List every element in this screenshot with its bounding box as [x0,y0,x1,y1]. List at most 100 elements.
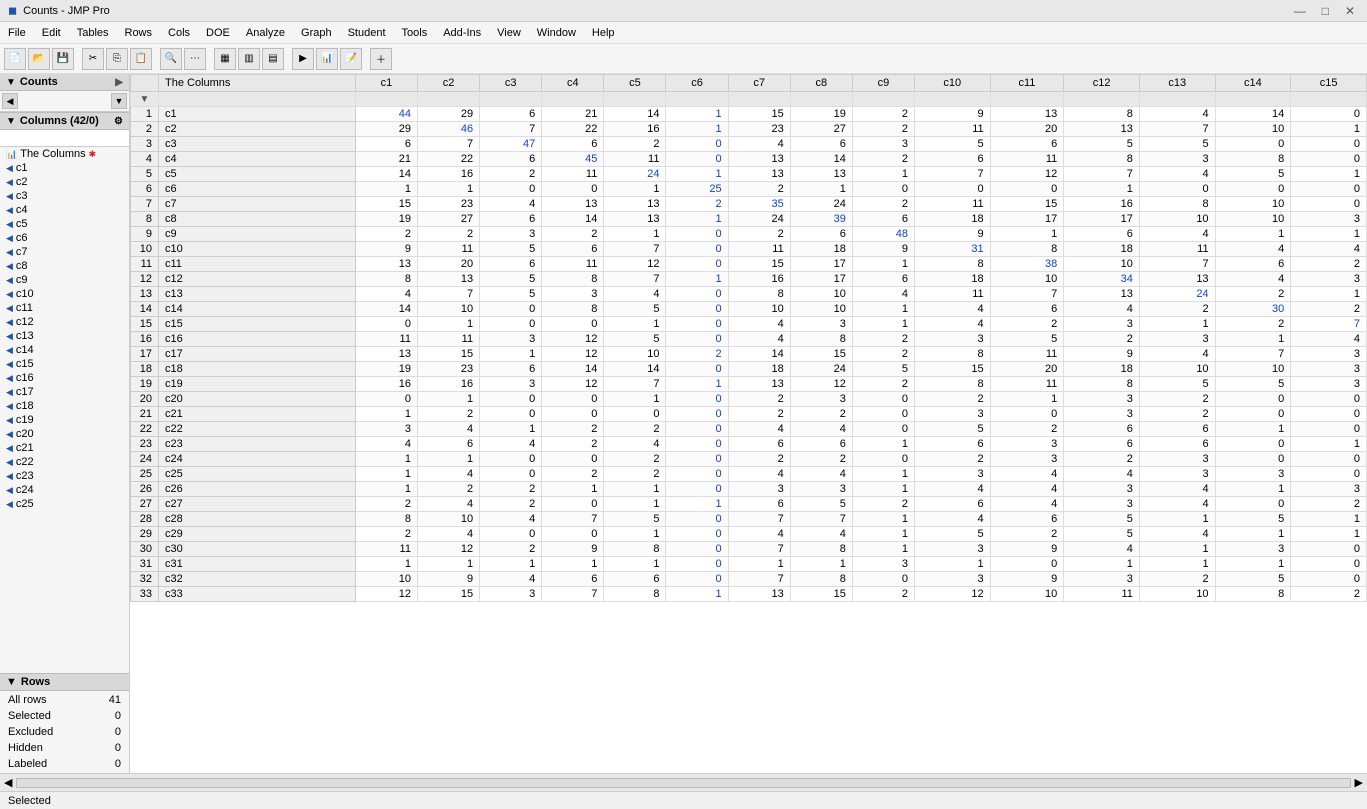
col-c14[interactable]: ◀c14 [0,343,129,357]
panel-toggle[interactable]: ▼ [6,77,16,88]
toolbar-btn-cols[interactable]: ▥ [238,48,260,70]
row-name-cell: c28 [159,512,356,527]
col-c8[interactable]: ◀c8 [0,259,129,273]
col-header-c10[interactable]: c10 [914,75,990,92]
col-c1[interactable]: ◀c1 [0,161,129,175]
col-c16[interactable]: ◀c16 [0,371,129,385]
toolbar-btn-rows[interactable]: ▤ [262,48,284,70]
rows-toggle[interactable]: ▼ [6,676,17,688]
toolbar-btn-paste[interactable]: 📋 [130,48,152,70]
toolbar-btn-open[interactable]: 📂 [28,48,50,70]
col-c15[interactable]: ◀c15 [0,357,129,371]
col-name-header[interactable]: The Columns [159,75,356,92]
col-c2[interactable]: ◀c2 [0,175,129,189]
toolbar-btn-add[interactable]: ＋ [370,48,392,70]
col-c17[interactable]: ◀c17 [0,385,129,399]
col-c13[interactable]: ◀c13 [0,329,129,343]
the-columns-item[interactable]: 📊 The Columns ✱ [0,147,129,161]
col-header-c3[interactable]: c3 [480,75,542,92]
scroll-left-btn[interactable]: ◀ [4,776,12,789]
horizontal-scrollbar[interactable] [16,778,1350,788]
data-cell: 2 [417,482,479,497]
menu-item-window[interactable]: Window [529,25,584,41]
col-c24[interactable]: ◀c24 [0,483,129,497]
menu-item-doe[interactable]: DOE [198,25,238,41]
col-header-c12[interactable]: c12 [1064,75,1140,92]
panel-arrow-icon[interactable]: ▶ [115,77,123,88]
col-c10[interactable]: ◀c10 [0,287,129,301]
data-cell: 1 [417,182,479,197]
col-header-c5[interactable]: c5 [604,75,666,92]
menu-item-cols[interactable]: Cols [160,25,198,41]
toolbar-btn-more[interactable]: ⋯ [184,48,206,70]
col-c22[interactable]: ◀c22 [0,455,129,469]
counts-panel-header: ▼ Counts ▶ [0,74,129,91]
menu-item-file[interactable]: File [0,25,34,41]
menu-item-edit[interactable]: Edit [34,25,69,41]
menu-item-add-ins[interactable]: Add-Ins [435,25,489,41]
menu-item-help[interactable]: Help [584,25,623,41]
data-cell: 2 [1215,287,1291,302]
toolbar-btn-chart[interactable]: 📊 [316,48,338,70]
toolbar-btn-grid[interactable]: ▦ [214,48,236,70]
col-c25[interactable]: ◀c25 [0,497,129,511]
columns-toggle[interactable]: ▼ [6,116,16,127]
nav-left-icon[interactable]: ◀ [2,93,18,109]
col-header-c1[interactable]: c1 [355,75,417,92]
col-header-c13[interactable]: c13 [1139,75,1215,92]
col-c20[interactable]: ◀c20 [0,427,129,441]
menu-item-student[interactable]: Student [340,25,394,41]
toolbar-btn-save[interactable]: 💾 [52,48,74,70]
col-c18[interactable]: ◀c18 [0,399,129,413]
col-c21[interactable]: ◀c21 [0,441,129,455]
toolbar-btn-nav[interactable]: ▶ [292,48,314,70]
columns-search-input[interactable] [0,130,129,147]
col-header-c7[interactable]: c7 [728,75,790,92]
col-c23[interactable]: ◀c23 [0,469,129,483]
menu-item-analyze[interactable]: Analyze [238,25,293,41]
col-c9[interactable]: ◀c9 [0,273,129,287]
toolbar-btn-script[interactable]: 📝 [340,48,362,70]
titlebar-controls[interactable]: — □ ✕ [1290,4,1359,18]
col-c3[interactable]: ◀c3 [0,189,129,203]
toolbar-btn-new[interactable]: 📄 [4,48,26,70]
col-c19[interactable]: ◀c19 [0,413,129,427]
col-c12[interactable]: ◀c12 [0,315,129,329]
toolbar-btn-cut[interactable]: ✂ [82,48,104,70]
table-row: 29c29240010441525411 [131,527,1367,542]
col-header-c4[interactable]: c4 [542,75,604,92]
col-header-c11[interactable]: c11 [990,75,1064,92]
data-cell: 4 [1064,467,1140,482]
bottom-scrollbar[interactable]: ◀ ▶ [0,773,1367,791]
col-c11[interactable]: ◀c11 [0,301,129,315]
menu-item-graph[interactable]: Graph [293,25,340,41]
minimize-button[interactable]: — [1290,4,1310,18]
menu-item-tables[interactable]: Tables [69,25,117,41]
col-c7[interactable]: ◀c7 [0,245,129,259]
nav-dropdown-icon[interactable]: ▼ [111,93,127,109]
data-cell: 11 [914,287,990,302]
close-button[interactable]: ✕ [1341,4,1359,18]
scroll-right-btn[interactable]: ▶ [1355,776,1363,789]
data-cell: 4 [914,302,990,317]
col-header-c15[interactable]: c15 [1291,75,1367,92]
menu-item-rows[interactable]: Rows [117,25,161,41]
col-header-c6[interactable]: c6 [666,75,728,92]
data-area[interactable]: The Columns c1 c2 c3 c4 c5 c6 c7 c8 c9 c… [130,74,1367,773]
data-cell: 4 [1139,497,1215,512]
toolbar-btn-copy[interactable]: ⎘ [106,48,128,70]
col-header-c14[interactable]: c14 [1215,75,1291,92]
col-c5[interactable]: ◀c5 [0,217,129,231]
col-c6[interactable]: ◀c6 [0,231,129,245]
menu-item-view[interactable]: View [489,25,529,41]
col-header-c2[interactable]: c2 [417,75,479,92]
toolbar-btn-search[interactable]: 🔍 [160,48,182,70]
col-header-c9[interactable]: c9 [852,75,914,92]
col-c4[interactable]: ◀c4 [0,203,129,217]
maximize-button[interactable]: □ [1318,4,1333,18]
row-num-cell: 20 [131,392,159,407]
data-cell: 13 [542,197,604,212]
menu-item-tools[interactable]: Tools [394,25,436,41]
col-header-c8[interactable]: c8 [790,75,852,92]
columns-settings-icon[interactable]: ⚙ [114,116,123,127]
